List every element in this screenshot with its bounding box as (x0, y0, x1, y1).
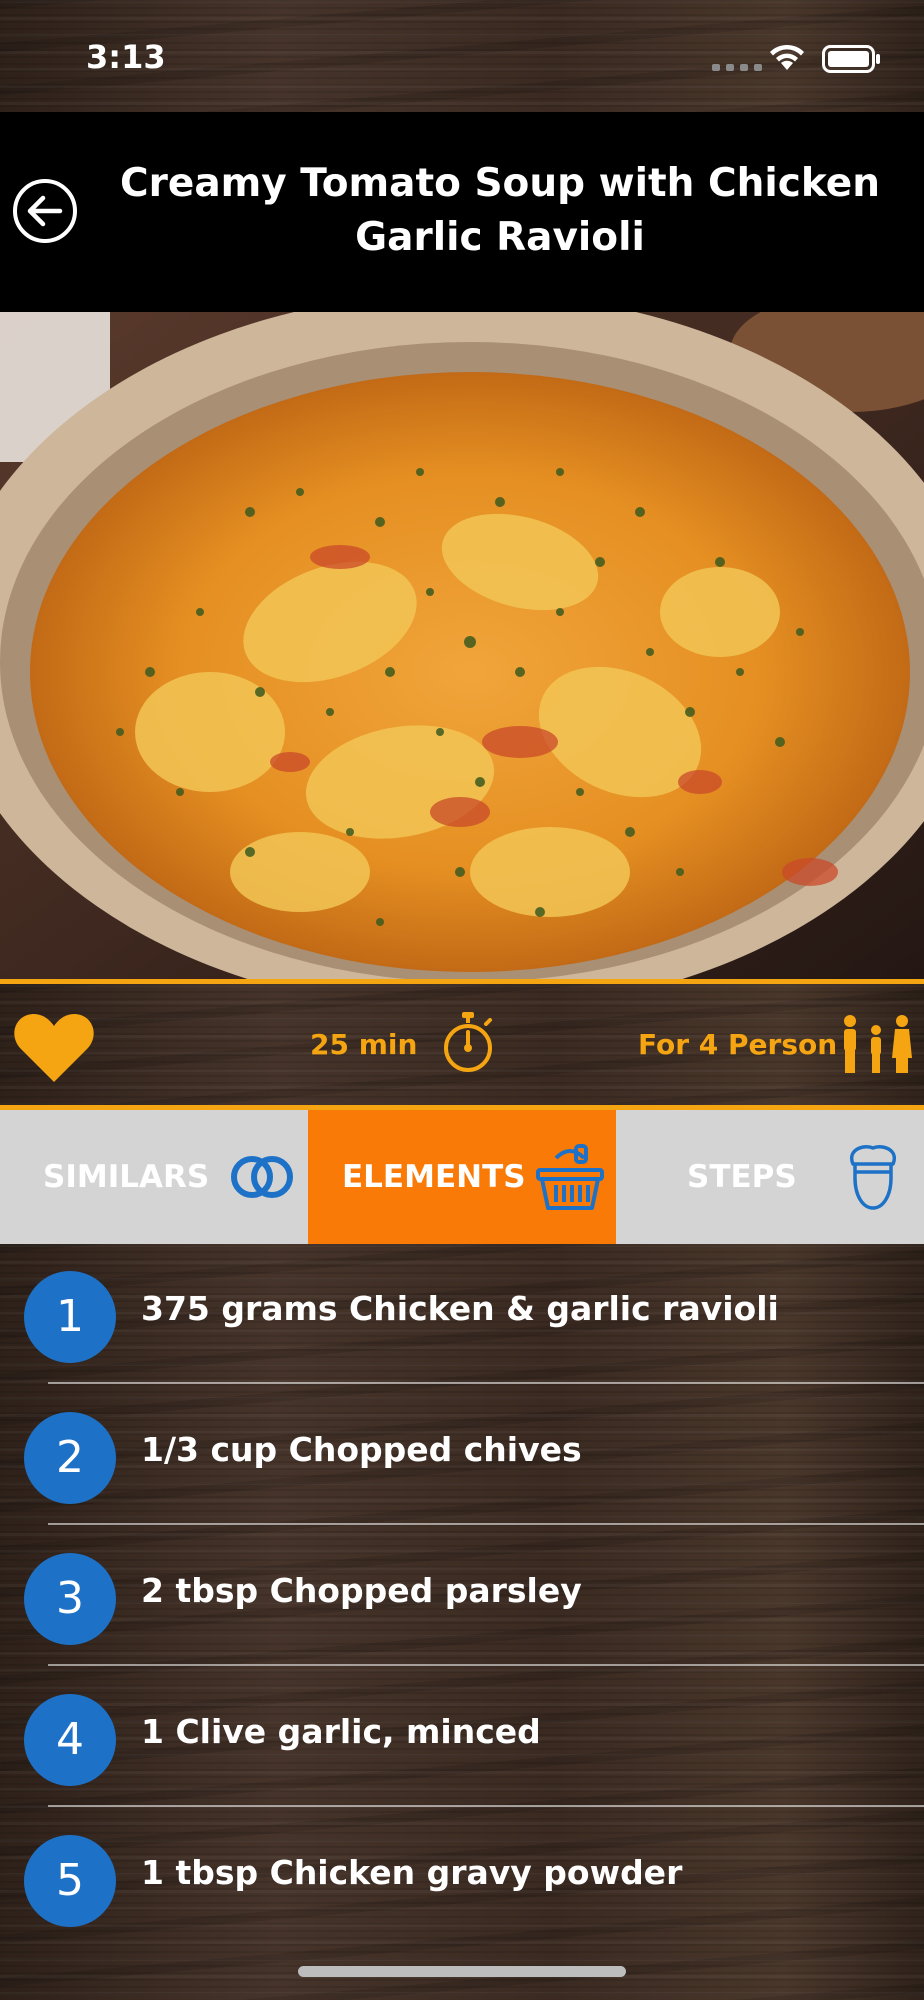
recipe-photo (0, 312, 924, 979)
divider (48, 1664, 924, 1666)
chef-icon (849, 1145, 896, 1210)
section-tabs: SIMILARS ELEMENTS STEPS (0, 1110, 924, 1244)
ingredient-text: 1/3 cup Chopped chives (141, 1430, 582, 1469)
ingredients-list: 1 375 grams Chicken & garlic ravioli 2 1… (0, 1244, 924, 2000)
basket-icon (535, 1144, 604, 1210)
item-number: 2 (24, 1412, 116, 1504)
list-item[interactable]: 2 1/3 cup Chopped chives (0, 1385, 924, 1525)
item-number: 1 (24, 1271, 116, 1363)
family-icon (844, 1015, 912, 1073)
list-item[interactable]: 5 1 tbsp Chicken gravy powder (0, 1808, 924, 1948)
cook-time: 25 min (310, 1028, 418, 1061)
status-bar: 3:13 (0, 0, 924, 112)
signal-icon (712, 64, 762, 71)
list-item[interactable]: 4 1 Clive garlic, minced (0, 1667, 924, 1807)
servings-count: For 4 Person (638, 1028, 838, 1061)
ingredient-text: 2 tbsp Chopped parsley (141, 1571, 582, 1610)
battery-icon (822, 45, 880, 73)
status-time: 3:13 (86, 38, 166, 76)
ingredient-text: 375 grams Chicken & garlic ravioli (141, 1289, 779, 1328)
divider (48, 1523, 924, 1525)
tab-elements[interactable]: ELEMENTS (308, 1110, 616, 1244)
tab-similars[interactable]: SIMILARS (0, 1110, 308, 1244)
wifi-icon (770, 44, 804, 70)
item-number: 4 (24, 1694, 116, 1786)
tab-steps-label: STEPS (687, 1159, 797, 1195)
item-number: 5 (24, 1835, 116, 1927)
list-item[interactable]: 3 2 tbsp Chopped parsley (0, 1526, 924, 1666)
recipe-title: Creamy Tomato Soup with Chicken Garlic R… (120, 161, 880, 260)
back-arrow-icon[interactable] (12, 178, 78, 244)
home-indicator[interactable] (298, 1966, 626, 1977)
list-item[interactable]: 1 375 grams Chicken & garlic ravioli (0, 1244, 924, 1384)
item-number: 3 (24, 1553, 116, 1645)
ingredient-text: 1 tbsp Chicken gravy powder (141, 1853, 683, 1892)
tab-similars-label: SIMILARS (43, 1159, 210, 1195)
divider (48, 1805, 924, 1807)
divider (48, 1382, 924, 1384)
stopwatch-icon (444, 1012, 492, 1072)
tab-steps[interactable]: STEPS (616, 1110, 924, 1244)
ingredient-text: 1 Clive garlic, minced (141, 1712, 541, 1751)
recipe-meta-bar: 25 min For 4 Person (0, 979, 924, 1110)
rings-icon (231, 1156, 294, 1198)
heart-icon[interactable] (12, 1010, 96, 1086)
tab-elements-label: ELEMENTS (342, 1159, 526, 1195)
